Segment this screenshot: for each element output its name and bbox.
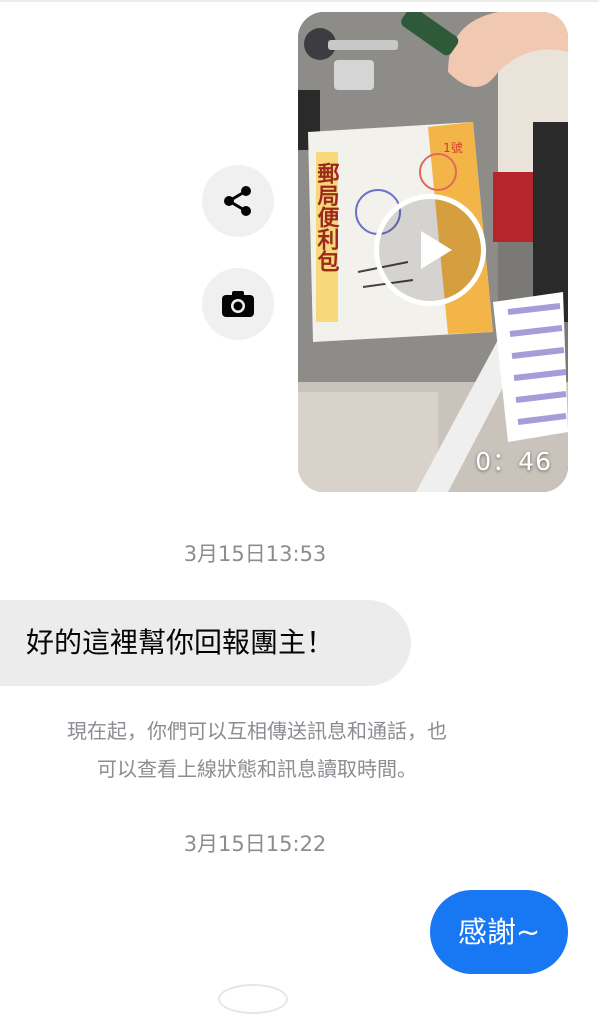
message-peek <box>218 984 288 1014</box>
outgoing-message[interactable]: 感謝~ <box>430 890 568 974</box>
share-button[interactable] <box>202 165 274 237</box>
timestamp: 3月15日13:53 <box>183 542 327 566</box>
video-duration: 0：46 <box>475 447 552 476</box>
share-icon <box>224 186 251 216</box>
play-icon <box>421 231 452 269</box>
incoming-message[interactable]: 好的這裡幫你回報團主！ <box>0 600 411 686</box>
timestamp: 3月15日15:22 <box>183 832 327 856</box>
top-divider <box>0 0 599 2</box>
notice-line: 現在起，你們可以互相傳送訊息和通話，也 <box>67 719 447 743</box>
camera-icon <box>222 291 254 317</box>
package-label: 郵局便利包 <box>314 162 340 272</box>
notice-line: 可以查看上線狀態和訊息讀取時間。 <box>97 757 417 781</box>
system-notice: 現在起，你們可以互相傳送訊息和通話，也 可以查看上線狀態和訊息讀取時間。 <box>0 712 514 788</box>
camera-button[interactable] <box>202 268 274 340</box>
package-size: 1號 <box>443 141 463 155</box>
play-button[interactable] <box>374 194 486 306</box>
video-message[interactable]: 郵局便利包 1號 0：46 <box>298 12 568 492</box>
